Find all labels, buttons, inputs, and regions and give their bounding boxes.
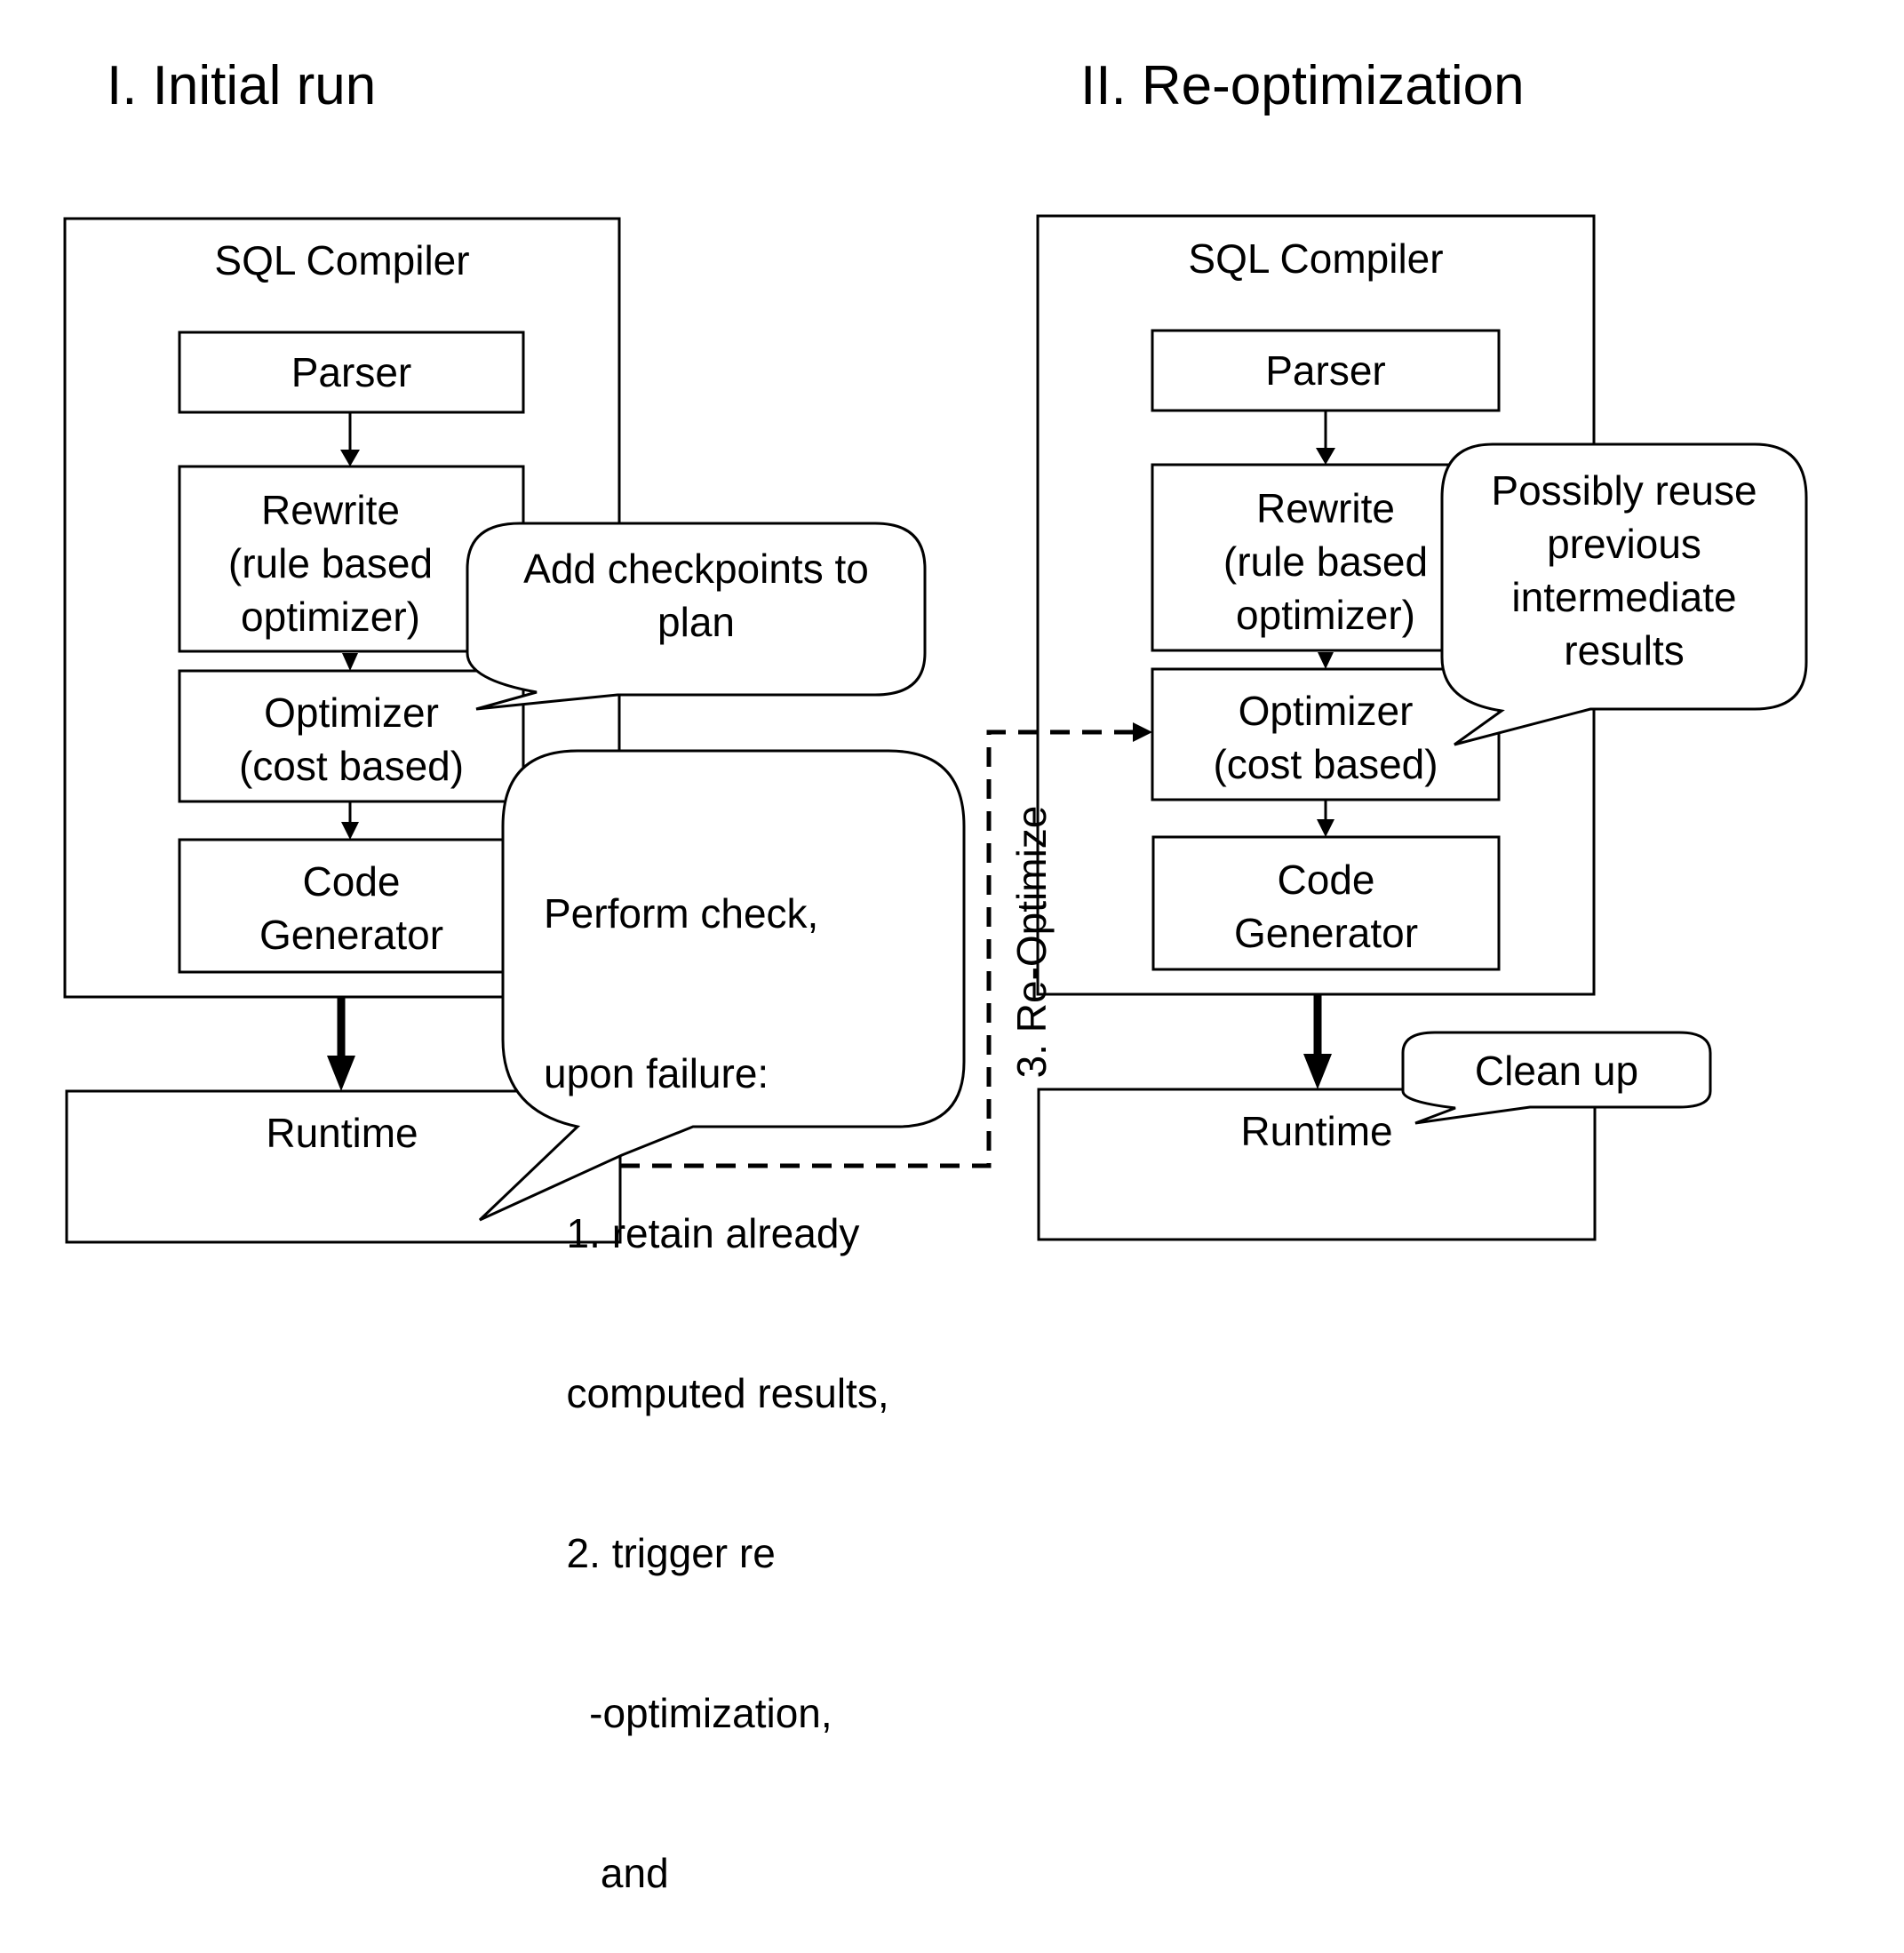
- perform-check-callout-text: Perform check, upon failure: 1. retain a…: [544, 780, 889, 1953]
- possibly-reuse-line-2: previous: [1547, 521, 1701, 567]
- initial-run-title: I. Initial run: [107, 55, 377, 116]
- perform-check-line-5: 2. trigger re: [544, 1530, 776, 1576]
- add-checkpoints-line-2: plan: [657, 599, 735, 645]
- perform-check-line-2: upon failure:: [544, 1050, 769, 1096]
- possibly-reuse-line-1: Possibly reuse: [1491, 467, 1757, 514]
- reopt-arrow-parser-rewrite: [1316, 411, 1335, 465]
- initial-optimizer-line-1: Optimizer: [264, 690, 439, 736]
- add-checkpoints-line-1: Add checkpoints to: [523, 546, 869, 592]
- perform-check-line-1: Perform check,: [544, 890, 819, 937]
- reoptimization-title: II. Re-optimization: [1080, 55, 1525, 116]
- initial-arrow-rewrite-optimizer: [342, 653, 358, 671]
- initial-rewrite-label: Rewrite (rule based optimizer): [179, 483, 482, 643]
- perform-check-line-7: and: [544, 1850, 669, 1896]
- reopt-parser-label: Parser: [1265, 347, 1386, 394]
- reoptimize-connector-label: 3. Re-Optimize: [1008, 805, 1055, 1079]
- reopt-arrow-optimizer-codegen: [1317, 800, 1334, 837]
- initial-codegen-line-2: Generator: [259, 912, 444, 958]
- initial-code-generator-label: Code Generator: [179, 855, 523, 961]
- possibly-reuse-line-3: intermediate: [1511, 574, 1737, 620]
- clean-up-callout-text: Clean up: [1474, 1048, 1639, 1094]
- reopt-optimizer-line-2: (cost based): [1213, 741, 1438, 787]
- reopt-sql-compiler-label: SQL Compiler: [1188, 235, 1444, 282]
- initial-arrow-parser-rewrite: [340, 412, 360, 466]
- perform-check-line-4: computed results,: [544, 1370, 889, 1416]
- initial-rewrite-line-3: optimizer): [241, 594, 420, 640]
- add-checkpoints-callout-text: Add checkpoints to plan: [467, 542, 925, 649]
- possibly-reuse-callout-text: Possibly reuse previous intermediate res…: [1442, 464, 1806, 677]
- reopt-arrow-rewrite-optimizer: [1318, 652, 1334, 669]
- reopt-runtime-label: Runtime: [1240, 1108, 1393, 1154]
- reopt-arrow-compiler-runtime: [1303, 994, 1332, 1089]
- initial-optimizer-line-2: (cost based): [238, 743, 465, 789]
- initial-codegen-line-1: Code: [302, 858, 401, 905]
- perform-check-line-3: 1. retain already: [544, 1210, 860, 1256]
- reopt-optimizer-line-1: Optimizer: [1238, 688, 1414, 734]
- possibly-reuse-line-4: results: [1564, 627, 1685, 674]
- initial-arrow-optimizer-codegen: [341, 801, 359, 840]
- initial-parser-label: Parser: [291, 349, 412, 395]
- initial-arrow-compiler-runtime: [327, 997, 355, 1091]
- reopt-code-generator-label: Code Generator: [1153, 853, 1499, 960]
- initial-sql-compiler-label: SQL Compiler: [214, 237, 470, 283]
- reopt-optimizer-label: Optimizer (cost based): [1152, 684, 1499, 791]
- initial-rewrite-line-1: Rewrite: [261, 487, 400, 533]
- initial-rewrite-line-2: (rule based: [227, 540, 434, 586]
- perform-check-line-6: -optimization,: [544, 1690, 833, 1736]
- initial-runtime-label: Runtime: [266, 1110, 418, 1156]
- initial-optimizer-label: Optimizer (cost based): [179, 686, 523, 793]
- reopt-codegen-line-2: Generator: [1233, 910, 1419, 956]
- reopt-codegen-line-1: Code: [1277, 857, 1375, 903]
